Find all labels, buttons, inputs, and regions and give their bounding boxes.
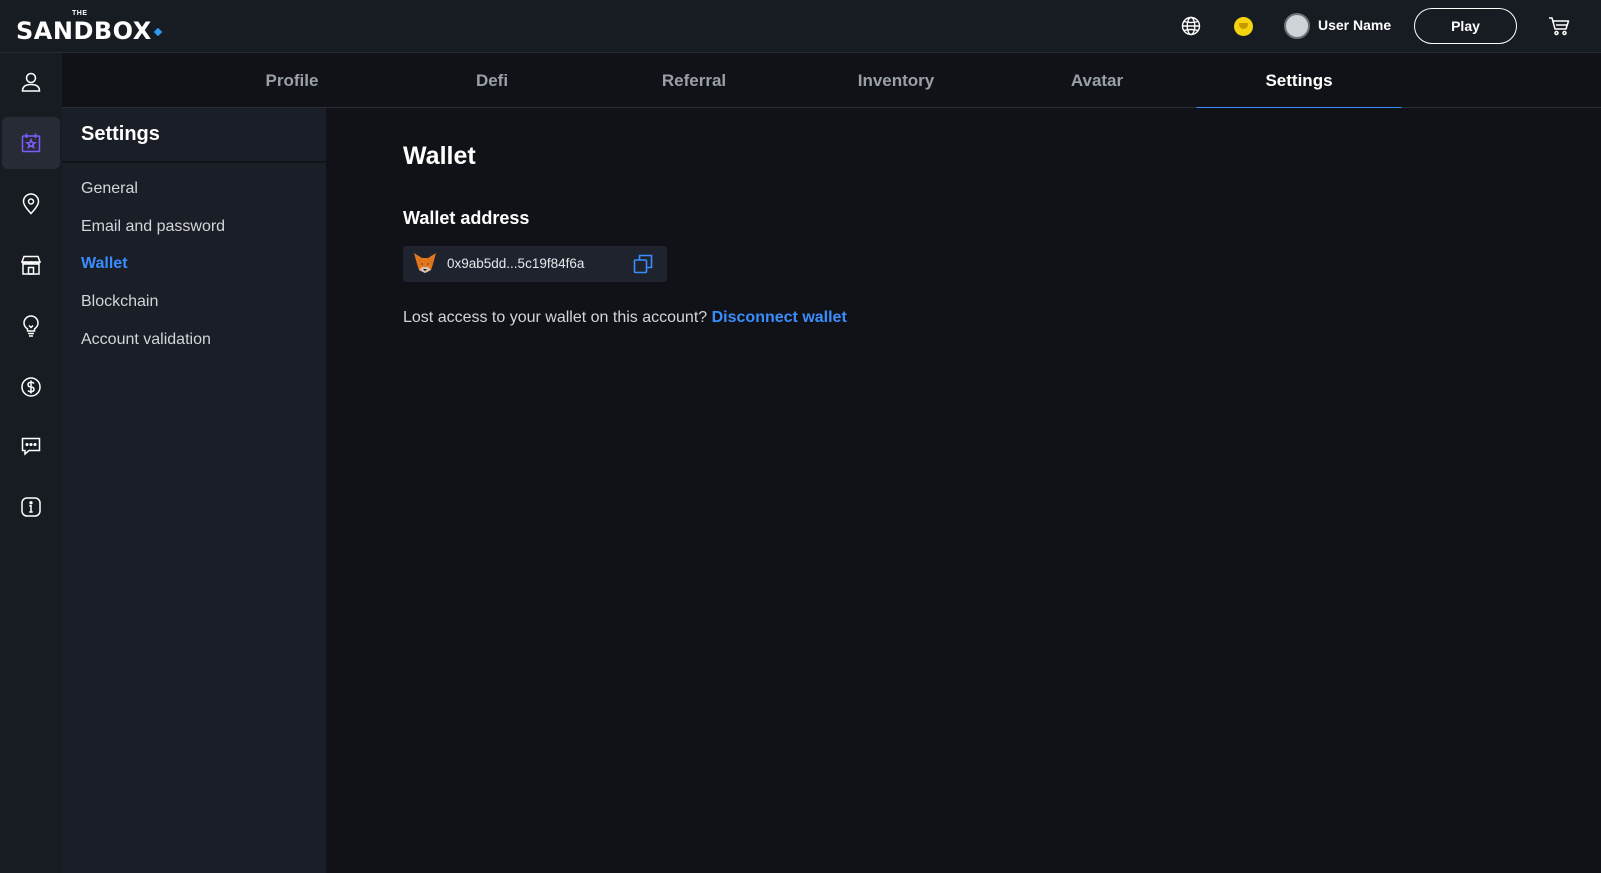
rail-item-shop[interactable] xyxy=(2,239,60,291)
cart-icon[interactable] xyxy=(1548,16,1570,36)
tab-defi[interactable]: Defi xyxy=(389,53,595,108)
tab-settings[interactable]: Settings xyxy=(1196,53,1402,110)
wallet-address-label: Wallet address xyxy=(403,208,530,228)
settings-item-wallet[interactable]: Wallet xyxy=(81,255,128,273)
rail-item-info[interactable] xyxy=(2,481,60,533)
settings-sidebar: Settings General Email and password Wall… xyxy=(62,108,326,873)
profile-icon xyxy=(21,72,41,92)
events-icon xyxy=(21,133,41,153)
left-rail xyxy=(0,53,62,873)
wallet-address-box: 0x9ab5dd...5c19f84f6a xyxy=(403,246,667,282)
rail-item-profile[interactable] xyxy=(2,56,60,108)
tab-inventory[interactable]: Inventory xyxy=(793,53,999,108)
settings-item-email-password[interactable]: Email and password xyxy=(81,218,225,236)
logo-diamond-icon xyxy=(153,27,162,37)
wallet-panel: Wallet Wallet address 0x9ab5dd...5c19f84… xyxy=(326,108,1601,873)
globe-icon[interactable] xyxy=(1181,16,1201,36)
username[interactable]: User Name xyxy=(1318,17,1391,33)
lost-access-line: Lost access to your wallet on this accou… xyxy=(403,309,847,327)
rail-item-events[interactable] xyxy=(2,117,60,169)
logo-main-text: SANDBOX xyxy=(16,17,162,45)
dollar-icon xyxy=(21,377,41,397)
settings-title: Settings xyxy=(62,108,326,163)
rail-item-finance[interactable] xyxy=(2,361,60,413)
wallet-address-value: 0x9ab5dd...5c19f84f6a xyxy=(447,256,585,271)
rail-item-ideas[interactable] xyxy=(2,300,60,352)
metamask-fox-icon xyxy=(414,253,436,273)
avatar[interactable] xyxy=(1284,13,1310,39)
settings-item-blockchain[interactable]: Blockchain xyxy=(81,293,158,311)
logo-the-text: THE xyxy=(72,10,88,17)
top-bar: THE SANDBOX User Name Play xyxy=(0,0,1601,53)
rail-item-map[interactable] xyxy=(2,178,60,230)
settings-item-account-validation[interactable]: Account validation xyxy=(81,331,211,349)
copy-icon[interactable] xyxy=(632,253,654,275)
main-tabs: Profile Defi Referral Inventory Avatar S… xyxy=(62,53,1601,110)
rail-item-chat[interactable] xyxy=(2,420,60,472)
map-pin-icon xyxy=(22,193,40,215)
play-button[interactable]: Play xyxy=(1414,8,1517,44)
lightbulb-icon xyxy=(23,315,39,337)
sand-coin-icon[interactable] xyxy=(1234,17,1253,36)
disconnect-wallet-link[interactable]: Disconnect wallet xyxy=(712,309,847,326)
chat-icon xyxy=(21,437,41,456)
tab-referral[interactable]: Referral xyxy=(591,53,797,108)
tab-profile[interactable]: Profile xyxy=(189,53,395,108)
settings-item-general[interactable]: General xyxy=(81,180,138,198)
shop-icon xyxy=(20,255,42,275)
lost-access-text: Lost access to your wallet on this accou… xyxy=(403,309,708,326)
info-icon xyxy=(21,497,41,517)
tab-avatar[interactable]: Avatar xyxy=(994,53,1200,108)
page-title: Wallet xyxy=(403,142,476,170)
